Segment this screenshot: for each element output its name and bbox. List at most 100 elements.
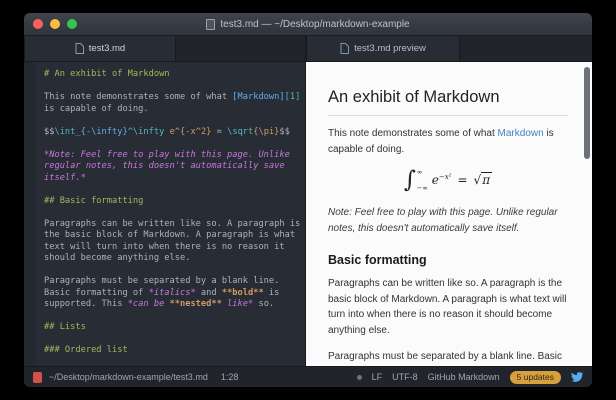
text-segment: [Markdown] [232, 92, 284, 102]
code-line [44, 311, 303, 323]
editor-gutter [24, 62, 36, 366]
text-segment: should become anything else. [44, 253, 190, 263]
lower-limit: −∞ [417, 184, 428, 192]
main-content: # An exhibit of Markdown This note demons… [24, 62, 592, 366]
window-title: test3.md — ~/Desktop/markdown-example [206, 19, 409, 30]
text-segment: ## Lists [44, 322, 86, 332]
tab-test3-md-preview[interactable]: test3.md preview [306, 36, 460, 61]
tab-label: test3.md [89, 43, 125, 54]
code-line: is capable of doing. [44, 104, 303, 116]
code-line: itself.* [44, 173, 303, 185]
text-segment: # An exhibit of Markdown [44, 69, 170, 79]
equals-sign: = [457, 173, 467, 187]
app-window: test3.md — ~/Desktop/markdown-example te… [24, 13, 592, 387]
code-line: Paragraphs must be separated by a blank … [44, 276, 303, 288]
code-line: regular notes, this doesn't automaticall… [44, 161, 303, 173]
text-segment: Paragraphs must be separated by a blank … [44, 276, 279, 286]
text-segment: $$ [44, 127, 54, 137]
text-segment: **nested** [170, 299, 222, 309]
pi-symbol: π [481, 172, 492, 187]
markdown-file-icon [75, 43, 84, 54]
file-path[interactable]: ~/Desktop/markdown-example/test3.md [49, 372, 208, 382]
code-line: $$\int_{-\infty}^\infty e^{-x^2} = \sqrt… [44, 127, 303, 139]
preview-file-icon [340, 43, 349, 54]
note-paragraph: Note: Feel free to play with this page. … [328, 205, 568, 236]
code-line: Basic formatting of *italics* and **bold… [44, 288, 303, 300]
code-line [44, 115, 303, 127]
code-line: ### Ordered list [44, 345, 303, 357]
text-segment: Basic formatting of [44, 288, 149, 298]
status-bar: ~/Desktop/markdown-example/test3.md 1:28… [24, 366, 592, 387]
code-line: ## Lists [44, 322, 303, 334]
text-segment: *Note: Feel free to play with this page.… [44, 150, 290, 160]
text-segment: \sqrt [227, 127, 253, 137]
left-tab-strip: test3.md [24, 36, 306, 61]
code-line: This note demonstrates some of what [Mar… [44, 92, 303, 104]
code-line: the basic block of Markdown. A paragraph… [44, 230, 303, 242]
red-file-icon [33, 372, 42, 383]
tab-test3-md[interactable]: test3.md [24, 36, 176, 61]
text-segment: and [196, 288, 222, 298]
text-segment: \int_ [54, 127, 80, 137]
preview-pane: An exhibit of Markdown This note demonst… [306, 62, 592, 366]
text-segment: supported. This [44, 299, 128, 309]
title-bar[interactable]: test3.md — ~/Desktop/markdown-example [24, 13, 592, 36]
text-segment: like* [222, 299, 253, 309]
encoding-indicator[interactable]: UTF-8 [392, 372, 418, 382]
text-segment: $$ [279, 127, 289, 137]
right-tab-strip: test3.md preview [306, 36, 592, 61]
code-line: text will turn into when there is no rea… [44, 242, 303, 254]
preview-heading-1: An exhibit of Markdown [328, 88, 568, 116]
tab-bar: test3.md test3.md preview [24, 36, 592, 62]
text-segment: itself.* [44, 173, 86, 183]
integral-symbol: ∫ [404, 169, 416, 192]
close-button[interactable] [33, 19, 43, 29]
code-line: supported. This *can be **nested** like*… [44, 299, 303, 311]
minimize-button[interactable] [50, 19, 60, 29]
code-line [44, 138, 303, 150]
code-line: should become anything else. [44, 253, 303, 265]
code-line [44, 265, 303, 277]
twitter-icon[interactable] [571, 371, 583, 383]
math-exponent: −x² [439, 173, 452, 181]
text-segment: ### Ordered list [44, 345, 128, 355]
preview-heading-2: Basic formatting [328, 253, 568, 267]
code-line [44, 184, 303, 196]
text-segment: the basic block of Markdown. A paragraph… [44, 230, 295, 240]
text-segment: e^{-x^2} [170, 127, 212, 137]
text-segment: This note demonstrates some of what [44, 92, 232, 102]
code-line: # An exhibit of Markdown [44, 69, 303, 81]
status-dot-icon [357, 375, 362, 380]
upper-limit: ∞ [417, 168, 422, 176]
math-formula: ∫ ∞ −∞ e−x² = √π [328, 168, 568, 192]
paragraph: Paragraphs must be separated by a blank … [328, 349, 568, 366]
text-segment: *italics* [149, 288, 196, 298]
paragraph: Paragraphs can be written like so. A par… [328, 276, 568, 338]
cursor-position[interactable]: 1:28 [221, 372, 239, 382]
zoom-button[interactable] [67, 19, 77, 29]
text-segment: so. [253, 299, 274, 309]
code-area[interactable]: # An exhibit of Markdown This note demons… [36, 62, 305, 366]
line-ending-indicator[interactable]: LF [372, 372, 383, 382]
text-segment: regular notes, this doesn't automaticall… [44, 161, 285, 171]
code-line [44, 81, 303, 93]
integral-limits: ∞ −∞ [417, 168, 428, 192]
text-segment: is capable of doing. [44, 104, 149, 114]
text-segment: text will turn into when there is no rea… [44, 242, 285, 252]
markdown-link[interactable]: Markdown [498, 128, 544, 139]
preview-scrollbar-thumb[interactable] [584, 67, 590, 159]
document-icon [206, 19, 215, 30]
text-segment: **bold** [222, 288, 264, 298]
code-line: *Note: Feel free to play with this page.… [44, 150, 303, 162]
code-line: ## Basic formatting [44, 196, 303, 208]
preview-content: An exhibit of Markdown This note demonst… [306, 62, 592, 366]
code-line [44, 207, 303, 219]
grammar-indicator[interactable]: GitHub Markdown [428, 372, 500, 382]
text-segment: = [211, 127, 227, 137]
code-line [44, 334, 303, 346]
text-segment: Paragraphs can be written like so. A par… [44, 219, 300, 229]
editor-pane[interactable]: # An exhibit of Markdown This note demons… [24, 62, 306, 366]
text-segment: ^\infty [128, 127, 165, 137]
updates-badge[interactable]: 5 updates [510, 371, 561, 384]
math-base: e−x² [432, 173, 452, 187]
